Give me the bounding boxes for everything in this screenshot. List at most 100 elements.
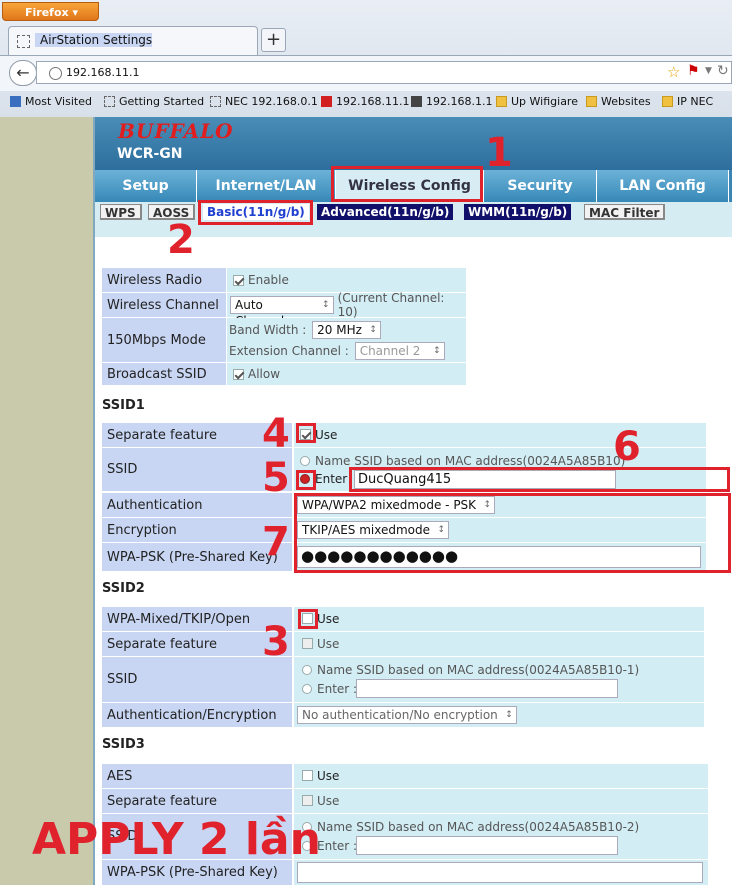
wireless-channel-cell: Auto Channel (Current Channel: 10) — [227, 291, 466, 328]
browser-tab[interactable]: AirStation Settings — [8, 26, 258, 55]
highlight-wireless-config — [331, 166, 483, 202]
ssid2-heading: SSID2 — [102, 581, 145, 596]
highlight-separate-checkbox — [296, 423, 316, 443]
ssid2-ssid-input[interactable] — [356, 679, 618, 698]
bookmark-nec[interactable]: NEC 192.168.0.1 — [210, 95, 318, 108]
wireless-channel-label: Wireless Channel — [102, 293, 226, 317]
wireless-radio-cell: Enable — [227, 268, 466, 292]
wireless-radio-option: Enable — [248, 273, 289, 287]
broadcast-ssid-option: Allow — [248, 367, 281, 381]
ssid3-aes-option: Use — [317, 769, 340, 783]
ssid2-mode-cell: Use — [294, 607, 704, 631]
submenu-advanced[interactable]: Advanced(11n/g/b) — [317, 204, 454, 220]
bookmark-192-168-1-1[interactable]: 192.168.1.1 — [411, 95, 492, 108]
ssid2-authenc-select[interactable]: No authentication/No encryption — [297, 706, 517, 724]
model-name: WCR-GN — [117, 146, 183, 162]
ssid3-ssid-cell: Name SSID based on MAC address(0024A5A85… — [294, 814, 708, 859]
page-icon — [17, 35, 30, 48]
submenu-mac-filter[interactable]: MAC Filter — [584, 204, 666, 220]
bookmarks-toolbar: Most Visited Getting Started NEC 192.168… — [0, 91, 732, 115]
ssid2-mac-radio[interactable] — [302, 665, 312, 675]
highlight-basic-tab — [198, 200, 313, 225]
url-bar[interactable]: 192.168.11.1 ☆ ⚑ ▼ ↻ — [36, 61, 732, 84]
ssid2-separate-option: Use — [317, 637, 340, 651]
ssid3-enter-option: Enter : — [317, 839, 358, 853]
broadcast-ssid-checkbox[interactable] — [233, 368, 244, 380]
router-icon — [411, 96, 422, 107]
ssid1-mac-option: Name SSID based on MAC address(0024A5A85… — [315, 454, 626, 468]
ssid2-separate-checkbox[interactable] — [302, 638, 313, 649]
ssid1-separate-option: Use — [315, 428, 338, 442]
menu-lan-config[interactable]: LAN Config — [597, 170, 729, 202]
ssid1-mac-radio[interactable] — [300, 456, 310, 466]
extension-channel-select[interactable]: Channel 2 — [354, 342, 445, 360]
bookmark-192-168-11-1[interactable]: 192.168.11.1 — [321, 95, 409, 108]
menu-setup[interactable]: Setup — [95, 170, 197, 202]
ssid3-separate-checkbox[interactable] — [302, 795, 313, 806]
most-visited-icon — [10, 96, 21, 107]
annotation-number-1: 1 — [485, 130, 513, 176]
annotation-number-7: 7 — [262, 519, 290, 565]
page-icon — [104, 96, 115, 107]
globe-icon — [49, 67, 62, 80]
submenu-wps[interactable]: WPS — [100, 204, 142, 220]
ssid3-psk-cell — [294, 860, 708, 885]
ssid3-separate-option: Use — [317, 794, 340, 808]
left-frame — [0, 117, 93, 885]
ssid2-authenc-label: Authentication/Encryption — [102, 703, 292, 727]
ssid1-heading: SSID1 — [102, 398, 145, 413]
annotation-number-6: 6 — [613, 424, 641, 470]
bookmark-getting-started[interactable]: Getting Started — [104, 95, 204, 108]
ssid2-enter-radio[interactable] — [302, 684, 312, 694]
broadcast-ssid-label: Broadcast SSID — [102, 363, 226, 385]
highlight-ssid-input — [349, 467, 730, 492]
page-icon — [210, 96, 221, 107]
ssid2-separate-cell: Use — [294, 632, 704, 656]
ssid2-ssid-cell: Name SSID based on MAC address(0024A5A85… — [294, 657, 704, 702]
flag-icon[interactable]: ⚑ — [687, 63, 700, 79]
mode-label: 150Mbps Mode — [102, 318, 226, 362]
wireless-radio-checkbox[interactable] — [233, 274, 244, 286]
ssid3-aes-checkbox[interactable] — [302, 770, 313, 781]
annotation-number-2: 2 — [167, 217, 195, 263]
ssid3-ssid-input[interactable] — [356, 836, 618, 855]
ssid3-separate-label: Separate feature — [102, 789, 292, 813]
url-text: 192.168.11.1 — [66, 66, 140, 79]
ssid3-heading: SSID3 — [102, 737, 145, 752]
highlight-ssid2-checkbox — [298, 609, 318, 629]
annotation-number-5: 5 — [262, 455, 290, 501]
new-tab-button[interactable]: + — [261, 28, 286, 52]
current-channel-text: (Current Channel: 10) — [337, 291, 445, 319]
back-button[interactable]: ← — [9, 60, 37, 86]
bookmark-most-visited[interactable]: Most Visited — [10, 95, 92, 108]
bookmark-star-icon[interactable]: ☆ — [667, 63, 680, 81]
firefox-menu-button[interactable]: Firefox ▾ — [2, 2, 99, 21]
highlight-enter-radio — [296, 470, 316, 490]
ssid1-enter-option: Enter — [315, 472, 348, 486]
ssid3-separate-cell: Use — [294, 789, 708, 813]
chevron-down-icon[interactable]: ▼ — [705, 66, 712, 76]
band-width-select[interactable]: 20 MHz — [312, 321, 381, 339]
ssid3-psk-input[interactable] — [297, 862, 703, 883]
bookmark-websites[interactable]: Websites — [586, 95, 651, 108]
buffalo-icon — [321, 96, 332, 107]
ssid3-aes-cell: Use — [294, 764, 708, 788]
folder-icon — [496, 96, 507, 107]
wireless-radio-label: Wireless Radio — [102, 268, 226, 292]
router-header: BUFFALO WCR-GN — [95, 117, 732, 170]
submenu-wmm[interactable]: WMM(11n/g/b) — [464, 204, 572, 220]
ssid2-authenc-cell: No authentication/No encryption — [294, 703, 704, 727]
wireless-channel-select[interactable]: Auto Channel — [230, 296, 334, 328]
reload-icon[interactable]: ↻ — [717, 63, 729, 79]
apply-instruction: APPLY 2 lần — [32, 814, 321, 865]
highlight-security-settings — [294, 493, 731, 573]
ssid3-mac-option: Name SSID based on MAC address(0024A5A85… — [317, 820, 640, 834]
ssid3-aes-label: AES — [102, 764, 292, 788]
folder-icon — [586, 96, 597, 107]
menu-internet-lan[interactable]: Internet/LAN — [197, 170, 336, 202]
extension-channel-label: Extension Channel : — [229, 344, 349, 358]
ssid1-separate-cell: Use — [294, 423, 706, 447]
bookmark-ip-nec[interactable]: IP NEC — [662, 95, 713, 108]
annotation-number-4: 4 — [262, 411, 290, 457]
bookmark-up-wifigiare[interactable]: Up Wifigiare — [496, 95, 578, 108]
